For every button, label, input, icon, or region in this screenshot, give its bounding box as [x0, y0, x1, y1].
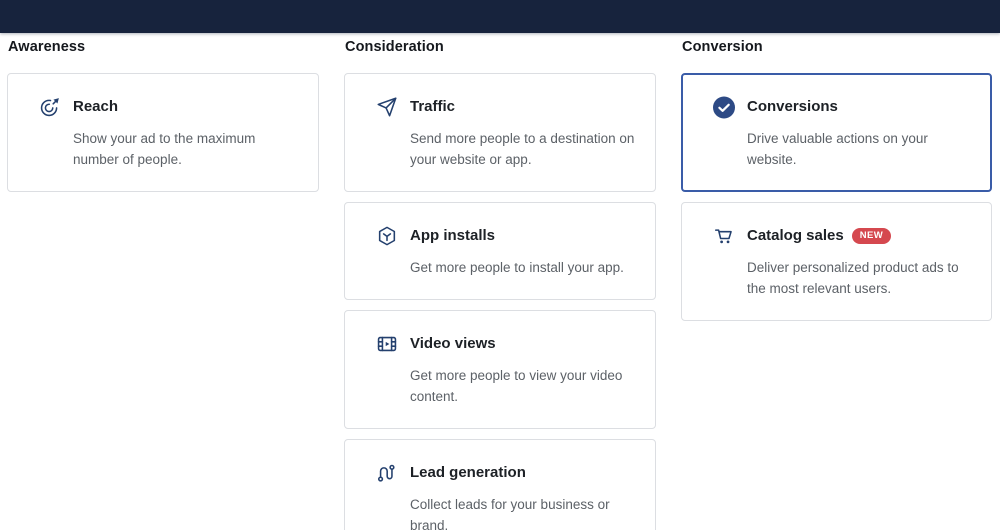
lead-generation-icon: [375, 461, 399, 485]
column-consideration: Consideration Traffic Send more people t…: [344, 39, 656, 530]
video-views-icon: [375, 332, 399, 356]
card-description: Deliver personalized product ads to the …: [747, 257, 971, 299]
card-description: Get more people to install your app.: [410, 257, 635, 278]
column-conversion: Conversion Conversions Drive valuable ac…: [681, 39, 992, 321]
top-navigation-bar: [0, 0, 1000, 33]
column-heading-awareness: Awareness: [8, 39, 319, 56]
card-title: App installs: [410, 226, 495, 246]
objective-card-app-installs[interactable]: App installs Get more people to install …: [344, 202, 656, 300]
objective-card-video-views[interactable]: Video views Get more people to view your…: [344, 310, 656, 429]
column-awareness: Awareness Reach Show your ad to the maxi…: [7, 39, 319, 192]
check-circle-icon: [712, 95, 736, 119]
card-title: Conversions: [747, 97, 838, 117]
card-description: Collect leads for your business or brand…: [410, 494, 635, 530]
card-title: Video views: [410, 334, 496, 354]
campaign-objective-screen: Awareness Reach Show your ad to the maxi…: [0, 0, 1000, 530]
new-badge: NEW: [852, 228, 891, 244]
cart-icon: [712, 224, 736, 248]
card-description: Get more people to view your video conte…: [410, 365, 635, 407]
card-description: Show your ad to the maximum number of pe…: [73, 128, 298, 170]
reach-icon: [38, 95, 62, 119]
app-installs-icon: [375, 224, 399, 248]
objective-card-lead-generation[interactable]: Lead generation Collect leads for your b…: [344, 439, 656, 530]
card-title: Reach: [73, 97, 118, 117]
card-description: Drive valuable actions on your website.: [747, 128, 971, 170]
column-heading-consideration: Consideration: [345, 39, 656, 56]
column-heading-conversion: Conversion: [682, 39, 992, 56]
conversion-cards: Conversions Drive valuable actions on yo…: [681, 73, 992, 321]
card-title: Traffic: [410, 97, 455, 117]
awareness-cards: Reach Show your ad to the maximum number…: [7, 73, 319, 192]
objective-card-conversions-selected[interactable]: Conversions Drive valuable actions on yo…: [681, 73, 992, 192]
objective-card-traffic[interactable]: Traffic Send more people to a destinatio…: [344, 73, 656, 192]
objective-card-catalog-sales[interactable]: Catalog sales NEW Deliver personalized p…: [681, 202, 992, 321]
card-description: Send more people to a destination on you…: [410, 128, 635, 170]
card-title: Catalog sales: [747, 226, 844, 246]
objective-card-reach[interactable]: Reach Show your ad to the maximum number…: [7, 73, 319, 192]
consideration-cards: Traffic Send more people to a destinatio…: [344, 73, 656, 530]
traffic-icon: [375, 95, 399, 119]
card-title: Lead generation: [410, 463, 526, 483]
